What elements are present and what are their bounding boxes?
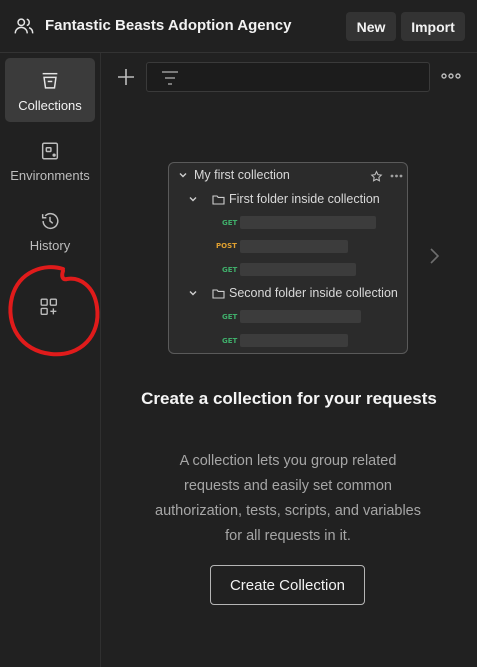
sidebar: Collections Environments History xyxy=(0,53,101,667)
method-badge: GET xyxy=(222,219,238,227)
sidebar-item-environments[interactable]: Environments xyxy=(5,128,95,192)
sidebar-item-collections[interactable]: Collections xyxy=(5,58,95,122)
import-button[interactable]: Import xyxy=(401,12,465,41)
environments-icon xyxy=(41,142,59,160)
illustration-folder-name: Second folder inside collection xyxy=(229,286,398,300)
illustration-collection-row: My first collection xyxy=(178,168,290,182)
method-badge: GET xyxy=(222,313,238,321)
request-placeholder-bar xyxy=(240,310,361,323)
app-header: Fantastic Beasts Adoption Agency New Imp… xyxy=(0,0,477,53)
request-placeholder-bar xyxy=(240,334,348,347)
chevron-right-icon[interactable] xyxy=(427,246,441,266)
sidebar-item-history[interactable]: History xyxy=(5,198,95,262)
request-placeholder-bar xyxy=(240,216,376,229)
star-icon xyxy=(370,170,383,182)
illustration-collection-name: My first collection xyxy=(194,168,290,182)
method-badge: GET xyxy=(222,266,238,274)
empty-state-description: A collection lets you group related requ… xyxy=(155,453,421,544)
folder-icon xyxy=(212,194,225,205)
filter-icon xyxy=(162,71,178,85)
illustration-folder-row: First folder inside collection xyxy=(188,192,380,206)
filter-input[interactable] xyxy=(146,62,430,92)
method-badge: GET xyxy=(222,337,238,345)
add-apps-icon[interactable] xyxy=(38,296,60,318)
empty-state-title: Create a collection for your requests xyxy=(141,389,437,408)
history-icon xyxy=(41,213,59,230)
illustration-folder-row: Second folder inside collection xyxy=(188,286,398,300)
request-placeholder-bar xyxy=(240,240,348,253)
new-button[interactable]: New xyxy=(346,12,396,41)
chevron-down-icon xyxy=(189,197,197,202)
collection-illustration: My first collection First folder inside … xyxy=(168,162,408,354)
add-collection-button[interactable] xyxy=(114,65,138,89)
sidebar-item-label: Collections xyxy=(18,98,82,113)
more-icon xyxy=(390,174,403,178)
team-icon xyxy=(14,18,34,34)
illustration-folder-name: First folder inside collection xyxy=(229,192,380,206)
chevron-down-icon xyxy=(189,291,197,296)
method-badge: POST xyxy=(216,242,237,250)
collections-icon xyxy=(42,72,58,89)
sidebar-item-label: History xyxy=(29,238,71,253)
request-placeholder-bar xyxy=(240,263,356,276)
sidebar-item-label: Environments xyxy=(10,168,90,183)
folder-icon xyxy=(212,288,225,299)
chevron-down-icon xyxy=(179,173,187,178)
more-icon[interactable] xyxy=(440,68,462,84)
create-collection-button[interactable]: Create Collection xyxy=(210,565,365,605)
workspace-title[interactable]: Fantastic Beasts Adoption Agency xyxy=(45,17,291,34)
